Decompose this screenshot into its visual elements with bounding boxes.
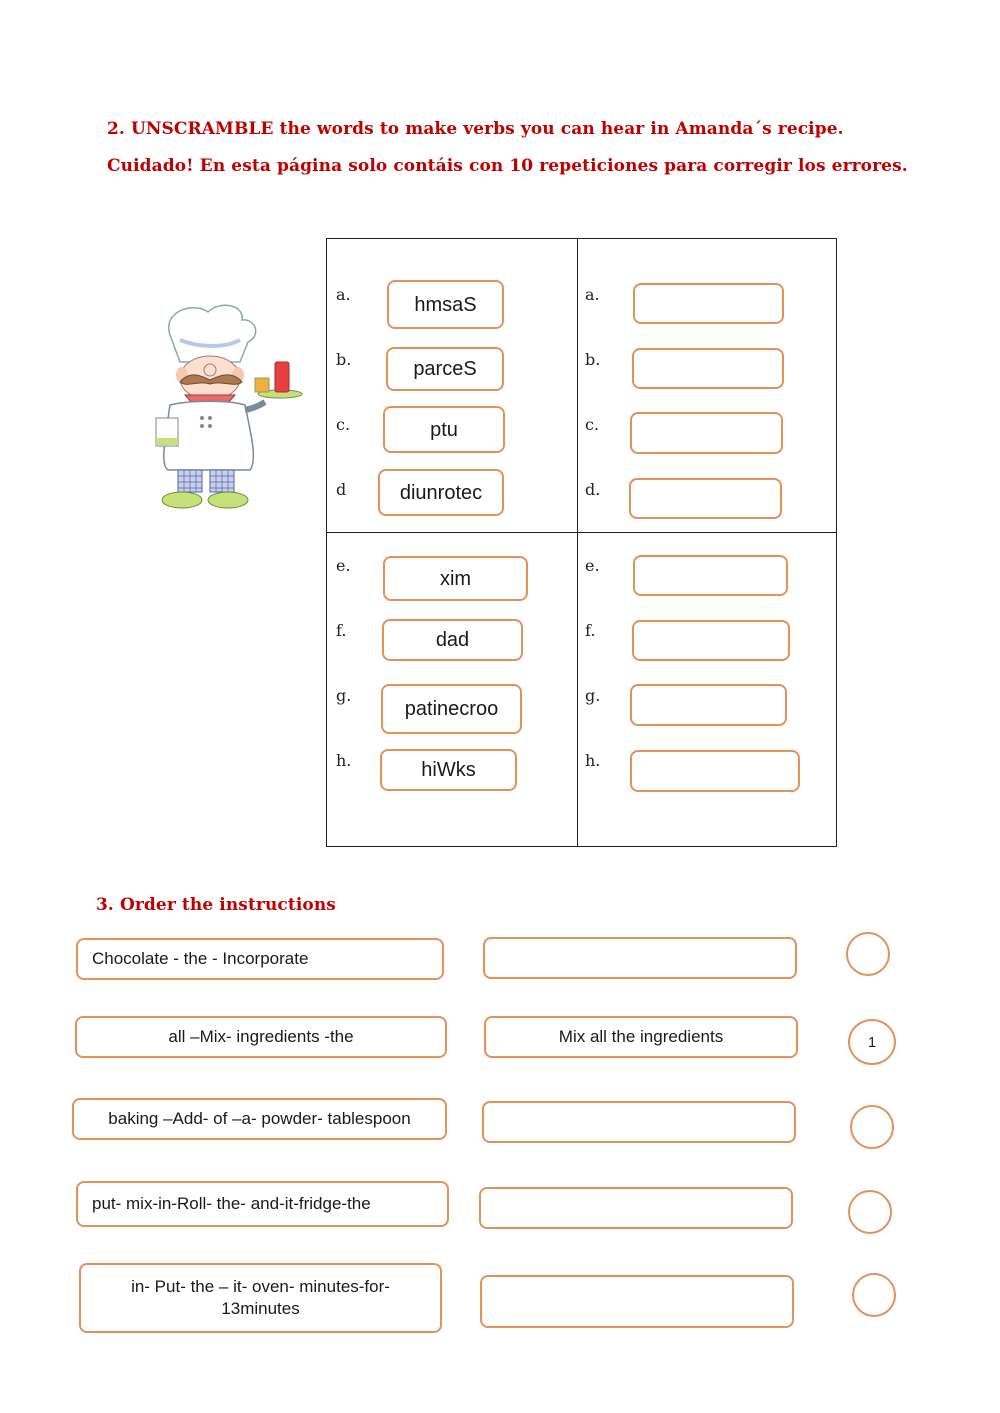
scrambled-word[interactable]: patinecroo — [381, 684, 522, 734]
instruction-answer-input[interactable] — [480, 1275, 794, 1328]
answer-label: g. — [585, 686, 601, 705]
answer-label: d. — [585, 480, 601, 499]
answer-input[interactable] — [630, 750, 800, 792]
answer-input[interactable] — [630, 412, 783, 454]
order-number-input[interactable]: 1 — [848, 1019, 896, 1065]
scrambled-label: a. — [336, 285, 351, 304]
order-number-input[interactable] — [848, 1190, 892, 1234]
scrambled-label: h. — [336, 751, 352, 770]
scrambled-label: d — [336, 480, 347, 499]
scrambled-label: b. — [336, 350, 352, 369]
instruction-answer-input[interactable] — [482, 1101, 796, 1143]
scrambled-word[interactable]: hiWks — [380, 749, 517, 791]
answer-input[interactable] — [633, 283, 784, 324]
scrambled-label: e. — [336, 556, 351, 575]
answer-label: f. — [585, 621, 596, 640]
scrambled-word[interactable]: parceS — [386, 347, 504, 391]
scrambled-label: f. — [336, 621, 347, 640]
scrambled-word[interactable]: ptu — [383, 406, 505, 453]
scrambled-instruction[interactable]: in- Put- the – it- oven- minutes-for- 13… — [79, 1263, 442, 1333]
scrambled-word[interactable]: xim — [383, 556, 528, 601]
table-divider-horizontal — [327, 532, 836, 533]
answer-label: b. — [585, 350, 601, 369]
answer-input[interactable] — [630, 684, 787, 726]
answer-input[interactable] — [629, 478, 782, 519]
chef-illustration — [155, 304, 303, 509]
instruction-answer-input[interactable]: Mix all the ingredients — [484, 1016, 798, 1058]
scrambled-word[interactable]: hmsaS — [387, 280, 504, 329]
answer-input[interactable] — [633, 555, 788, 596]
scrambled-label: g. — [336, 686, 352, 705]
scrambled-word[interactable]: dad — [382, 619, 523, 661]
answer-label: h. — [585, 751, 601, 770]
scrambled-word[interactable]: diunrotec — [378, 469, 504, 516]
scrambled-instruction[interactable]: all –Mix- ingredients -the — [75, 1016, 447, 1058]
section-3-title: 3. Order the instructions — [96, 895, 336, 915]
answer-label: a. — [585, 285, 600, 304]
scrambled-label: c. — [336, 415, 351, 434]
answer-input[interactable] — [632, 620, 790, 661]
order-number-input[interactable] — [852, 1273, 896, 1317]
order-number-input[interactable] — [850, 1105, 894, 1149]
scrambled-instruction[interactable]: put- mix-in-Roll- the- and-it-fridge-the — [76, 1181, 449, 1227]
table-divider-vertical — [577, 239, 578, 846]
section-2-title: 2. UNSCRAMBLE the words to make verbs yo… — [107, 119, 844, 139]
answer-label: e. — [585, 556, 600, 575]
instruction-answer-input[interactable] — [483, 937, 797, 979]
instruction-answer-input[interactable] — [479, 1187, 793, 1229]
section-2-warning: Cuidado! En esta página solo contáis con… — [107, 156, 908, 176]
answer-label: c. — [585, 415, 600, 434]
answer-input[interactable] — [632, 348, 784, 389]
order-number-input[interactable] — [846, 932, 890, 976]
scrambled-instruction[interactable]: Chocolate - the - Incorporate — [76, 938, 444, 980]
scrambled-instruction[interactable]: baking –Add- of –a- powder- tablespoon — [72, 1098, 447, 1140]
